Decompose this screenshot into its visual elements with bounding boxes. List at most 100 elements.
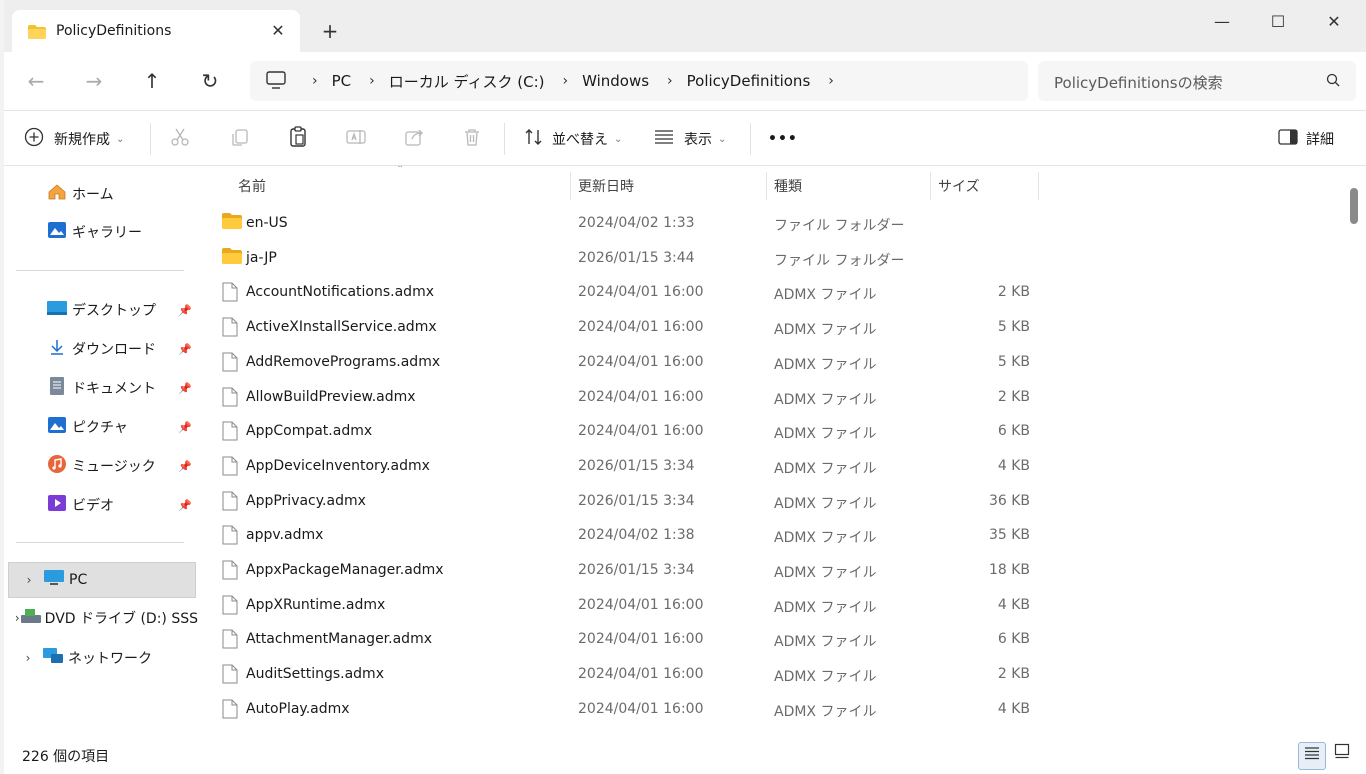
sort-button[interactable]: 並べ替え ⌄ [524, 111, 622, 167]
file-row[interactable]: AttachmentManager.admx 2024/04/01 16:00 AD… [200, 622, 1340, 656]
chevron-down-icon: ⌄ [614, 133, 623, 145]
view-button[interactable]: 表示 ⌄ [654, 111, 726, 167]
breadcrumb-separator[interactable]: › [562, 73, 568, 89]
pin-icon[interactable]: 📌 [178, 460, 192, 473]
file-icon [222, 595, 238, 619]
folder-icon [222, 213, 242, 233]
refresh-button[interactable]: ↻ [190, 66, 230, 96]
column-separator[interactable] [1038, 172, 1039, 200]
chevron-right-icon[interactable]: › [14, 651, 42, 665]
breadcrumb-pc[interactable]: PC [332, 72, 352, 90]
tab-policydefinitions[interactable]: PolicyDefinitions ✕ [12, 10, 300, 52]
details-pane-label: 詳細 [1306, 132, 1334, 148]
new-button[interactable]: 新規作成 ⌄ [24, 111, 124, 167]
pin-icon[interactable]: 📌 [178, 304, 192, 317]
file-size: 6 KB [997, 423, 1030, 440]
file-row[interactable]: AppXRuntime.admx 2024/04/01 16:00 ADMX ファイ… [200, 588, 1340, 622]
paste-button[interactable] [288, 111, 308, 167]
more-options-button[interactable]: ••• [768, 111, 798, 167]
column-separator[interactable] [930, 172, 931, 200]
file-row[interactable]: AddRemovePrograms.admx 2024/04/01 16:00 AD… [200, 345, 1340, 379]
column-separator[interactable] [570, 172, 571, 200]
file-row[interactable]: AutoPlay.admx 2024/04/01 16:00 ADMX ファイル 4 … [200, 692, 1340, 726]
file-date: 2024/04/01 16:00 [578, 666, 704, 683]
file-row[interactable]: AccountNotifications.admx 2024/04/01 16:0… [200, 275, 1340, 309]
column-header-size[interactable]: サイズ [938, 176, 980, 196]
file-row[interactable]: en-US 2024/04/02 1:33 ファイル フォルダー [200, 206, 1340, 240]
sidebar-item-desktop[interactable]: デスクトップ 📌 [4, 292, 198, 328]
plus-circle-icon [24, 127, 44, 151]
column-header-date[interactable]: 更新日時 [578, 176, 634, 196]
cut-button[interactable] [170, 111, 190, 167]
details-view-button[interactable] [1298, 742, 1326, 770]
file-row[interactable]: AppDeviceInventory.admx 2026/01/15 3:34 AD… [200, 449, 1340, 483]
pin-icon[interactable]: 📌 [178, 382, 192, 395]
details-pane-button[interactable]: 詳細 [1278, 111, 1334, 167]
copy-button[interactable] [230, 111, 250, 167]
sidebar-item-dvd[interactable]: › DVD ドライブ (D:) SSS [4, 600, 198, 636]
vertical-scrollbar[interactable] [1348, 166, 1362, 738]
new-tab-button[interactable]: + [318, 20, 342, 44]
rename-button[interactable] [346, 111, 366, 167]
sidebar-item-pc[interactable]: › PC [8, 562, 196, 598]
column-header-name[interactable]: 名前 [238, 176, 266, 196]
file-row[interactable]: AllowBuildPreview.admx 2024/04/01 16:00 AD… [200, 380, 1340, 414]
file-name: AuditSettings.admx [246, 666, 384, 683]
large-icons-view-button[interactable] [1328, 742, 1356, 770]
chevron-right-icon[interactable]: › [14, 611, 21, 625]
tab-close-icon[interactable]: ✕ [266, 20, 290, 42]
desktop-icon [46, 301, 68, 319]
scissors-icon [170, 127, 190, 151]
breadcrumb-policydefinitions[interactable]: PolicyDefinitions [687, 72, 811, 90]
search-input[interactable]: PolicyDefinitionsの検索 [1038, 61, 1356, 101]
sidebar-item-label: DVD ドライブ (D:) SSS [44, 611, 198, 627]
status-bar: 226 個の項目 [4, 738, 1366, 774]
breadcrumb-separator[interactable]: › [667, 73, 673, 89]
close-window-button[interactable]: ✕ [1306, 8, 1362, 36]
sidebar-item-network[interactable]: › ネットワーク [4, 640, 198, 676]
breadcrumb-local-disk[interactable]: ローカル ディスク (C:) [389, 71, 545, 92]
sidebar-item-label: ビデオ [72, 498, 114, 514]
file-icon [222, 317, 238, 341]
file-type: ADMX ファイル [774, 669, 877, 686]
file-row[interactable]: AppCompat.admx 2024/04/01 16:00 ADMX ファイル 6… [200, 414, 1340, 448]
sidebar-item-documents[interactable]: ドキュメント 📌 [4, 370, 198, 406]
scrollbar-thumb[interactable] [1350, 188, 1358, 224]
sidebar-item-home[interactable]: ホーム [4, 176, 198, 212]
minimize-button[interactable]: — [1194, 8, 1250, 36]
file-row[interactable]: ActiveXInstallService.admx 2024/04/01 16:… [200, 310, 1340, 344]
breadcrumb-separator[interactable]: › [369, 73, 375, 89]
back-button[interactable]: ← [16, 66, 56, 96]
sidebar-item-pictures[interactable]: ピクチャ 📌 [4, 409, 198, 445]
file-row[interactable]: appv.admx 2024/04/02 1:38 ADMX ファイル 35 KB [200, 518, 1340, 552]
share-button[interactable] [404, 111, 424, 167]
up-button[interactable]: ↑ [132, 66, 172, 96]
maximize-button[interactable]: ☐ [1250, 8, 1306, 36]
pin-icon[interactable]: 📌 [178, 343, 192, 356]
address-bar[interactable]: › PC › ローカル ディスク (C:) › Windows › Policy… [250, 61, 1028, 101]
chevron-right-icon[interactable]: › [15, 573, 43, 587]
delete-button[interactable] [462, 111, 482, 167]
pin-icon[interactable]: 📌 [178, 499, 192, 512]
pin-icon[interactable]: 📌 [178, 421, 192, 434]
clipboard-icon [288, 126, 308, 152]
sidebar-item-downloads[interactable]: ダウンロード 📌 [4, 331, 198, 367]
sidebar-item-gallery[interactable]: ギャラリー [4, 214, 198, 250]
breadcrumb-separator[interactable]: › [828, 73, 834, 89]
breadcrumb-windows[interactable]: Windows [582, 72, 649, 90]
sidebar-item-videos[interactable]: ビデオ 📌 [4, 487, 198, 523]
file-name: ActiveXInstallService.admx [246, 319, 437, 336]
tab-title: PolicyDefinitions [56, 23, 172, 39]
sidebar-item-music[interactable]: ミュージック 📌 [4, 448, 198, 484]
sidebar-item-label: ギャラリー [72, 225, 142, 241]
forward-button[interactable]: → [74, 66, 114, 96]
column-separator[interactable] [766, 172, 767, 200]
file-row[interactable]: AppPrivacy.admx 2026/01/15 3:34 ADMX ファイル 3… [200, 484, 1340, 518]
file-size: 4 KB [997, 457, 1030, 474]
file-name: appv.admx [246, 527, 324, 544]
file-row[interactable]: ja-JP 2026/01/15 3:44 ファイル フォルダー [200, 241, 1340, 275]
column-header-type[interactable]: 種類 [774, 176, 802, 196]
file-type: ADMX ファイル [774, 703, 877, 720]
file-row[interactable]: AuditSettings.admx 2024/04/01 16:00 ADMX フ… [200, 657, 1340, 691]
file-row[interactable]: AppxPackageManager.admx 2026/01/15 3:34 AD… [200, 553, 1340, 587]
